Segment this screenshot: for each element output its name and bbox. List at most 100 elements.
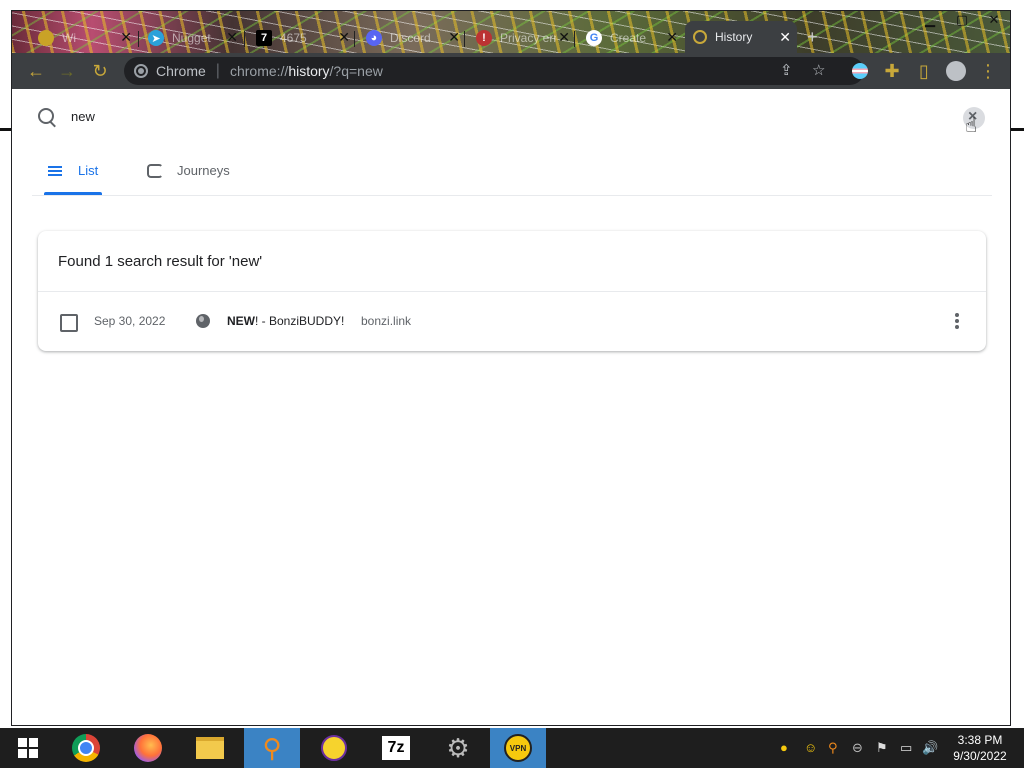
close-window-icon[interactable]: ✕	[978, 11, 1010, 29]
clock-time: 3:38 PM	[957, 733, 1003, 747]
entry-title-link[interactable]: NEW! - BonziBUDDY!	[227, 314, 344, 328]
back-arrow-icon[interactable]: ←	[24, 59, 48, 83]
search-input[interactable]: new	[71, 109, 95, 124]
windows-logo-icon	[18, 738, 38, 758]
history-entry[interactable]: Sep 30, 2022 NEW! - BonziBUDDY! bonzi.li…	[38, 292, 986, 351]
magnifier-icon: ⚲	[262, 732, 282, 763]
taskbar-yahoo-messenger[interactable]	[306, 728, 362, 768]
history-search-bar: new ☝	[12, 89, 1010, 145]
desktop-edge-right	[1011, 0, 1024, 728]
maximize-icon[interactable]: ▢	[946, 11, 978, 29]
minimize-icon[interactable]: ▁	[914, 11, 946, 29]
share-icon[interactable]: ⇪	[780, 61, 793, 79]
desktop-background	[0, 0, 1024, 10]
side-panel-icon[interactable]: ▯	[912, 59, 936, 83]
seven-zip-icon: 7z	[382, 736, 410, 760]
forward-arrow-icon[interactable]: →	[55, 59, 79, 83]
search-icon	[38, 108, 54, 124]
tab-title: Privacy error	[500, 31, 556, 45]
url-host: history	[288, 63, 330, 79]
tab-5[interactable]: ! Privacy error ✕	[468, 25, 576, 51]
taskbar-clock[interactable]: 3:38 PM 9/30/2022	[940, 732, 1020, 764]
tray-vpn-icon[interactable]: ●	[780, 740, 788, 755]
folder-icon	[196, 737, 224, 759]
tab-title: Nugget	[172, 31, 211, 45]
discord-icon: ◕	[366, 30, 382, 46]
browser-toolbar: ← → ↻ Chrome | chrome://history/?q=new ⇪…	[12, 53, 1010, 89]
tab-separator	[354, 31, 355, 47]
close-icon[interactable]: ✕	[226, 30, 238, 44]
tray-volume-icon[interactable]: 🔊	[922, 740, 938, 756]
url-suffix: /?q=new	[329, 63, 383, 79]
tab-journeys-label: Journeys	[177, 163, 230, 178]
extensions-puzzle-icon[interactable]: ✚	[880, 59, 904, 83]
tray-network-icon[interactable]: ▭	[900, 740, 912, 756]
taskbar-7zip[interactable]: 7z	[368, 728, 424, 768]
desktop-edge-left	[0, 0, 11, 728]
tab-separator	[464, 31, 465, 47]
tray-minus-icon[interactable]: ⊖	[852, 740, 863, 756]
more-actions-icon[interactable]	[952, 312, 960, 330]
window-controls: ▁ ▢ ✕	[914, 11, 1010, 29]
taskbar-chrome[interactable]	[58, 728, 114, 768]
tab-separator	[574, 31, 575, 47]
tab-title: 4675	[280, 31, 307, 45]
tab-title: Discord	[390, 31, 431, 45]
entry-domain: bonzi.link	[361, 314, 412, 328]
flag-extension-icon[interactable]	[848, 59, 872, 83]
tab-2[interactable]: ➤ Nugget ✕	[140, 25, 244, 51]
tab-1[interactable]: Wi ✕	[30, 25, 138, 51]
close-icon[interactable]: ✕	[558, 30, 570, 44]
taskbar-file-explorer[interactable]	[182, 728, 238, 768]
tab-3[interactable]: 7 4675 ✕	[248, 25, 356, 51]
taskbar-firefox[interactable]	[120, 728, 176, 768]
close-icon[interactable]: ✕	[666, 30, 678, 44]
taskbar-search-app[interactable]: ⚲	[244, 728, 300, 768]
address-divider: |	[215, 62, 220, 79]
journeys-icon	[147, 163, 163, 178]
tab-separator	[138, 31, 139, 47]
start-button[interactable]	[0, 728, 56, 768]
address-bar[interactable]: Chrome | chrome://history/?q=new ⇪ ☆	[124, 57, 864, 85]
results-header: Found 1 search result for 'new'	[58, 253, 263, 270]
globe-icon	[196, 314, 210, 328]
url-prefix: chrome://	[229, 63, 289, 79]
tray-smiley-icon[interactable]: ☺	[804, 740, 817, 755]
new-tab-button[interactable]: +	[807, 27, 818, 48]
active-tab-indicator	[44, 192, 102, 195]
taskbar-vpn-pro[interactable]: VPN	[490, 728, 546, 768]
hand-cursor-icon: ☝	[965, 115, 978, 137]
entry-title-highlight: NEW	[227, 314, 255, 328]
profile-avatar-icon[interactable]	[944, 59, 968, 83]
close-icon[interactable]: ✕	[448, 30, 460, 44]
history-tabs: List Journeys	[32, 147, 992, 196]
tray-search-icon[interactable]: ⚲	[828, 740, 838, 756]
menu-kebab-icon[interactable]: ⋮	[976, 59, 1000, 83]
tab-history[interactable]: History ✕	[685, 21, 797, 53]
yellow-circle-icon	[38, 30, 54, 46]
close-icon[interactable]: ✕	[338, 30, 350, 44]
google-icon: G	[586, 30, 602, 46]
clock-date: 9/30/2022	[953, 749, 1007, 763]
entry-checkbox[interactable]	[60, 314, 78, 332]
tab-title: History	[715, 30, 753, 44]
tab-list-label: List	[78, 163, 99, 178]
history-page: new ☝ List Journeys Found 1 search resul…	[12, 89, 1010, 725]
yahoo-smiley-icon	[321, 735, 347, 761]
tab-title: Wi	[62, 31, 76, 45]
chrome-icon	[134, 64, 148, 78]
reload-icon[interactable]: ↻	[88, 59, 112, 83]
telegram-icon: ➤	[148, 30, 164, 46]
tab-list[interactable]: List	[44, 147, 102, 195]
tab-separator	[244, 31, 245, 47]
tab-strip: Wi ✕ ➤ Nugget ✕ 7 4675 ✕ ◕ Discord ✕ ! P…	[12, 11, 1010, 53]
tab-4[interactable]: ◕ Discord ✕	[358, 25, 466, 51]
tab-journeys[interactable]: Journeys	[147, 147, 230, 194]
close-icon[interactable]: ✕	[779, 30, 791, 44]
star-icon[interactable]: ☆	[812, 61, 825, 79]
tray-flag-icon[interactable]: ⚑	[876, 740, 888, 756]
tab-6[interactable]: G Create ✕	[578, 25, 684, 51]
close-icon[interactable]: ✕	[120, 30, 132, 44]
entry-date: Sep 30, 2022	[94, 314, 166, 328]
taskbar-gear-app[interactable]: ⚙	[430, 728, 486, 768]
